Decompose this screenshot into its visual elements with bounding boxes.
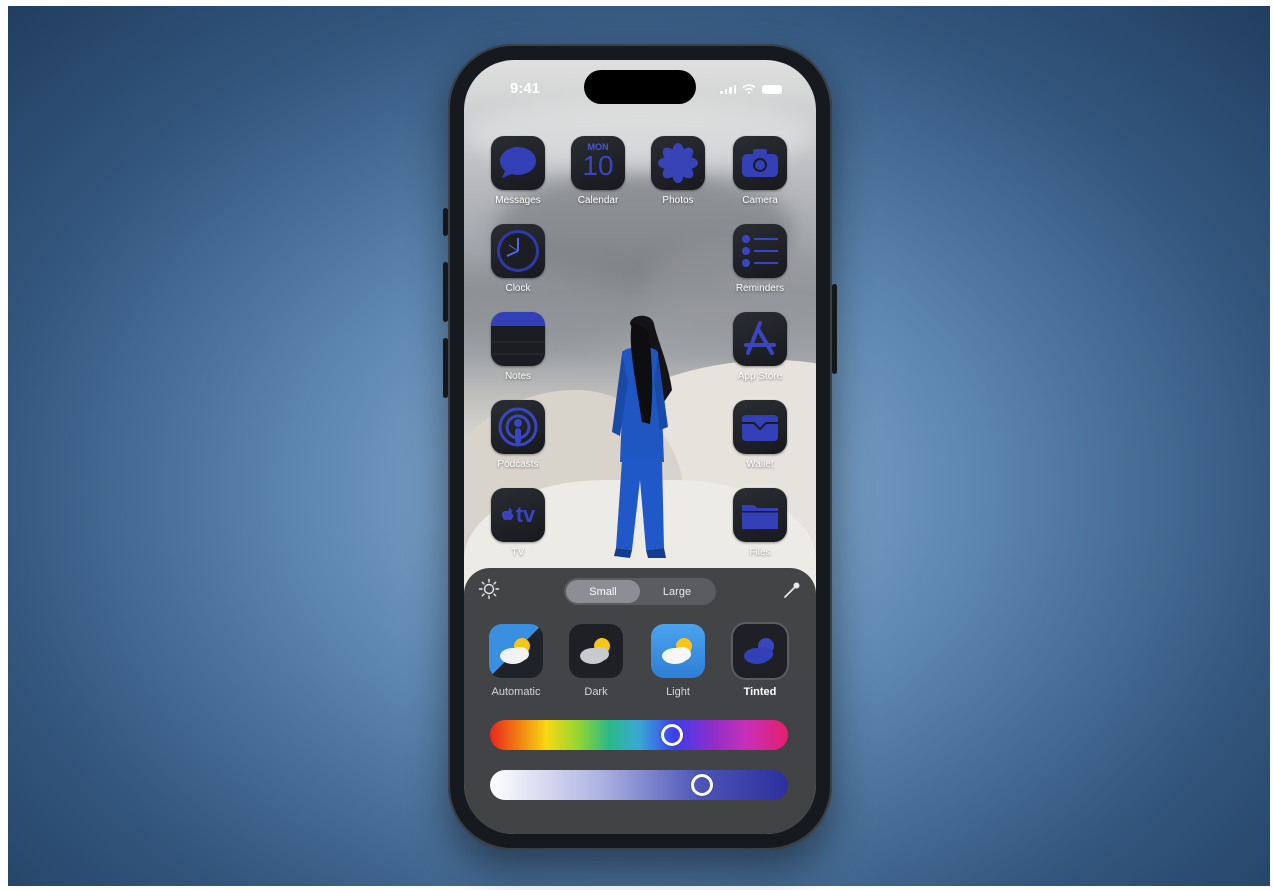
style-tinted[interactable]: Tinted (720, 624, 800, 698)
home-screen: 9:41 Messages MON 10 Calendar Photos Cam… (464, 60, 816, 834)
status-icons (720, 82, 782, 96)
weather-light-icon (651, 624, 705, 678)
app-label: Messages (495, 195, 541, 206)
app-label: Calendar (577, 195, 619, 206)
app-podcasts[interactable]: Podcasts (480, 400, 556, 470)
app-clock[interactable]: Clock (480, 224, 556, 294)
camera-icon (733, 136, 787, 190)
app-app-store[interactable]: App Store (722, 312, 798, 382)
brightness-icon[interactable] (478, 578, 500, 600)
calendar-icon: MON 10 (571, 136, 625, 190)
tv-icon: tv (491, 488, 545, 542)
app-wallet[interactable]: Wallet (722, 400, 798, 470)
reminders-icon (733, 224, 787, 278)
size-option-large[interactable]: Large (640, 580, 714, 603)
tv-glyph: tv (515, 502, 536, 527)
app-photos[interactable]: Photos (640, 136, 716, 206)
app-label: Camera (742, 195, 778, 206)
style-light[interactable]: Light (638, 624, 718, 698)
app-store-icon (733, 312, 787, 366)
app-notes[interactable]: Notes (480, 312, 556, 382)
iphone-frame: 9:41 Messages MON 10 Calendar Photos Cam… (448, 44, 832, 850)
files-icon (733, 488, 787, 542)
customize-sheet: Small Large Automatic Dark Light Tinted (464, 568, 816, 834)
podcasts-icon (491, 400, 545, 454)
size-option-small[interactable]: Small (566, 580, 640, 603)
photos-icon (651, 136, 705, 190)
cellular-signal-icon (720, 84, 736, 94)
app-camera[interactable]: Camera (722, 136, 798, 206)
wallet-icon (733, 400, 787, 454)
saturation-slider[interactable] (490, 770, 788, 800)
style-label: Dark (584, 686, 608, 698)
calendar-date: 10 (582, 150, 614, 181)
eyedropper-icon[interactable] (782, 580, 802, 600)
icon-size-segmented-control: Small Large (564, 578, 716, 605)
style-label: Light (666, 686, 690, 698)
status-time: 9:41 (510, 80, 541, 97)
wifi-icon (742, 84, 756, 94)
app-label: Photos (662, 195, 694, 206)
app-messages[interactable]: Messages (480, 136, 556, 206)
notes-icon (491, 312, 545, 366)
app-files[interactable]: Files (722, 488, 798, 558)
app-label: Files (749, 547, 771, 558)
power-button (832, 284, 837, 374)
app-calendar[interactable]: MON 10 Calendar (560, 136, 636, 206)
app-label: Reminders (735, 283, 785, 294)
app-label: Notes (504, 371, 532, 382)
style-label: Tinted (743, 686, 777, 698)
hue-slider[interactable] (490, 720, 788, 750)
app-reminders[interactable]: Reminders (722, 224, 798, 294)
messages-icon (491, 136, 545, 190)
weather-automatic-icon (489, 624, 543, 678)
clock-icon (491, 224, 545, 278)
saturation-slider-thumb[interactable] (690, 774, 713, 796)
hue-slider-thumb[interactable] (660, 724, 683, 746)
app-label: Wallet (746, 459, 774, 470)
app-label: App Store (737, 371, 783, 382)
battery-icon (762, 84, 782, 94)
weather-dark-icon (569, 624, 623, 678)
style-dark[interactable]: Dark (556, 624, 636, 698)
wallpaper-figure (612, 315, 672, 558)
app-label: Podcasts (497, 459, 539, 470)
dynamic-island (584, 70, 696, 104)
app-tv[interactable]: tv TV (480, 488, 556, 558)
apple-logo-icon (501, 507, 514, 521)
style-label: Automatic (491, 686, 541, 698)
weather-tinted-icon (733, 624, 787, 678)
app-label: TV (511, 547, 525, 558)
app-label: Clock (505, 283, 531, 294)
style-automatic[interactable]: Automatic (476, 624, 556, 698)
